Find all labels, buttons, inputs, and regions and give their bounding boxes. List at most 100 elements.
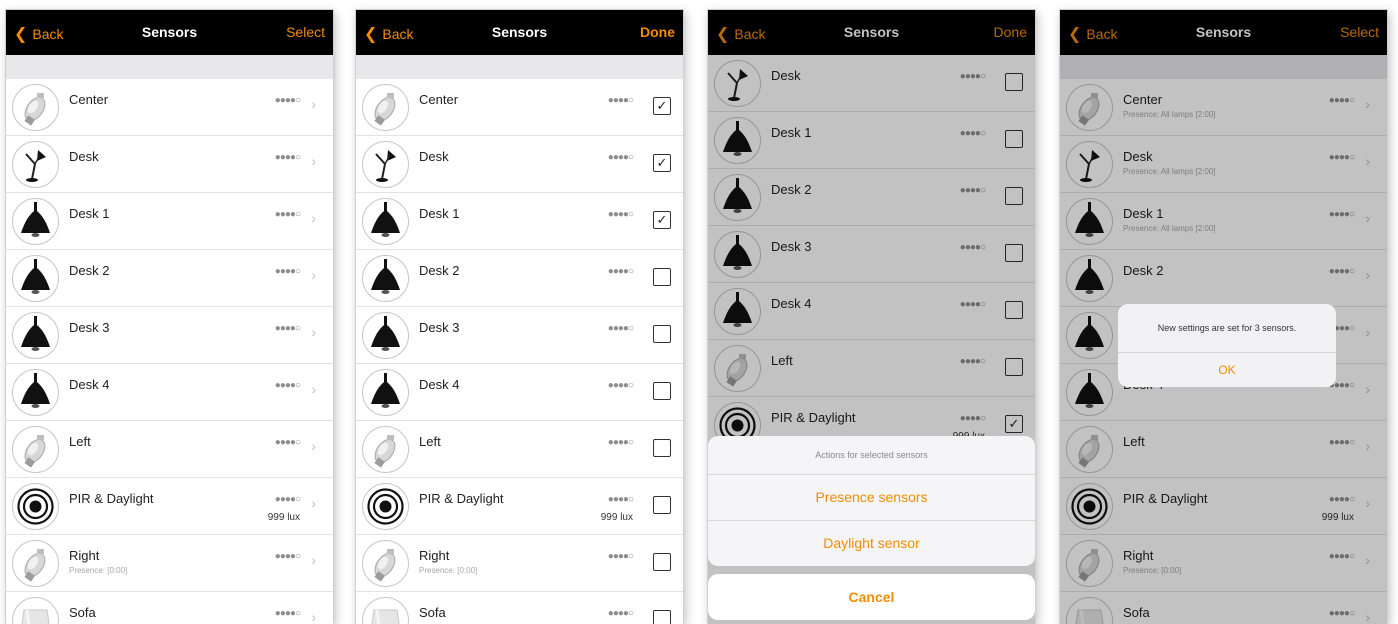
sensor-row[interactable]: Left ●●●●○ [356,421,683,478]
section-header [356,55,683,79]
sensor-row[interactable]: Desk 2 ●●●●○ › [6,250,333,307]
sensor-row[interactable]: Right Presence: [0:00] ●●●●○ › [6,535,333,592]
section-header [6,55,333,79]
signal-strength-indicator: ●●●●○ [607,95,634,106]
cancel-button[interactable]: Cancel [708,574,1035,620]
sensor-row[interactable]: Desk 1 ●●●●○ ✓ [356,193,683,250]
desk-lamp-icon [362,141,409,188]
sensor-row[interactable]: Desk 4 ●●●●○ › [6,364,333,421]
select-checkbox[interactable]: ✓ [653,154,671,172]
signal-strength-indicator: ●●●●○ [274,266,301,277]
sensor-subtitle: Presence: [0:00] [419,566,478,575]
pendant-icon [12,255,59,302]
signal-strength-indicator: ●●●●○ [607,209,634,220]
page-title: Sensors [141,24,198,40]
sensor-name: Center [419,92,459,107]
sensor-name: Center [69,92,109,107]
chevron-right-icon: › [311,324,316,340]
sensor-row[interactable]: Center ●●●●○ ✓ [356,79,683,136]
select-checkbox[interactable] [653,439,671,457]
sensor-name: Right [419,548,450,563]
action-sheet-title: Actions for selected sensors [708,436,1035,475]
sensor-subtitle: Presence: [0:00] [69,566,128,575]
sensor-name: PIR & Daylight [69,491,154,506]
sensor-name: Desk [69,149,99,164]
sensor-row[interactable]: Right Presence: [0:00] ●●●●○ [356,535,683,592]
chevron-right-icon: › [311,210,316,226]
chevron-right-icon: › [311,552,316,568]
select-button[interactable]: Select [286,24,325,40]
navigation-bar: ❮ Back Sensors Select [6,10,333,55]
bulb-icon [362,540,409,587]
sensor-name: Desk 1 [69,206,110,221]
pendant-icon [362,255,409,302]
daylight-sensor-button[interactable]: Daylight sensor [708,521,1035,566]
signal-strength-indicator: ●●●●○ [607,494,634,505]
signal-strength-indicator: ●●●●○ [274,95,301,106]
sensor-row[interactable]: PIR & Daylight ●●●●○ 999 lux › [6,478,333,535]
sensor-name: Desk 2 [419,263,460,278]
screen-sensor-select: ❮ Back Sensors Done Center ●●●●○ ✓ Desk ●●●●○… [356,10,683,624]
select-checkbox[interactable] [653,610,671,624]
chevron-right-icon: › [311,381,316,397]
chevron-right-icon: › [311,153,316,169]
select-checkbox[interactable] [653,382,671,400]
sensor-row[interactable]: SofaPresence/Absence: Sunset → R...●●●●○ [356,592,683,624]
action-sheet: Actions for selected sensors Presence se… [708,436,1035,566]
select-checkbox[interactable] [653,325,671,343]
pendant-icon [12,369,59,416]
shade-icon [362,597,409,624]
chevron-right-icon: › [311,267,316,283]
bulb-icon [12,84,59,131]
sensor-row[interactable]: Desk 2 ●●●●○ [356,250,683,307]
sensor-name: Desk 2 [69,263,110,278]
select-checkbox[interactable]: ✓ [653,211,671,229]
select-checkbox[interactable]: ✓ [653,97,671,115]
sensor-name: Sofa [419,605,446,620]
chevron-right-icon: › [311,438,316,454]
target-icon [362,483,409,530]
presence-sensors-button[interactable]: Presence sensors [708,475,1035,521]
shade-icon [12,597,59,624]
signal-strength-indicator: ●●●●○ [607,608,634,619]
bulb-icon [362,426,409,473]
screen-action-sheet: ❮ Back Sensors Done Desk ●●●●○ Desk 1 ●●●●○ D… [708,10,1035,624]
sensor-row[interactable]: Desk 1 ●●●●○ › [6,193,333,250]
select-checkbox[interactable] [653,268,671,286]
chevron-right-icon: › [311,495,316,511]
lux-value: 999 lux [267,512,300,523]
signal-strength-indicator: ●●●●○ [274,209,301,220]
done-button[interactable]: Done [640,24,675,40]
sensor-row[interactable]: Desk 3 ●●●●○ › [6,307,333,364]
sensor-row[interactable]: Center ●●●●○ › [6,79,333,136]
sensor-row[interactable]: Sofa ●●●●○ › [6,592,333,624]
select-checkbox[interactable] [653,553,671,571]
sensor-name: Desk 4 [69,377,110,392]
signal-strength-indicator: ●●●●○ [607,266,634,277]
chevron-right-icon: › [311,96,316,112]
sensor-row[interactable]: PIR & Daylight ●●●●○ 999 lux [356,478,683,535]
sensor-row[interactable]: Desk 3 ●●●●○ [356,307,683,364]
sensor-row[interactable]: Desk 4 ●●●●○ [356,364,683,421]
sensor-name: Desk 1 [419,206,460,221]
sensor-name: Desk 3 [419,320,460,335]
sensor-name: Right [69,548,100,563]
pendant-icon [12,198,59,245]
pendant-icon [362,369,409,416]
select-checkbox[interactable] [653,496,671,514]
signal-strength-indicator: ●●●●○ [274,323,301,334]
signal-strength-indicator: ●●●●○ [274,551,301,562]
signal-strength-indicator: ●●●●○ [274,608,301,619]
signal-strength-indicator: ●●●●○ [607,437,634,448]
alert-ok-button[interactable]: OK [1118,353,1336,387]
sensor-row[interactable]: Desk ●●●●○ ✓ [356,136,683,193]
sensor-row[interactable]: Left ●●●●○ › [6,421,333,478]
bulb-icon [362,84,409,131]
sensor-row[interactable]: Desk ●●●●○ › [6,136,333,193]
alert-dialog: New settings are set for 3 sensors. OK [1118,304,1336,387]
bulb-icon [12,540,59,587]
screen-alert: ❮ Back Sensors Select Center Presence: All… [1060,10,1387,624]
chevron-right-icon: › [311,609,316,624]
signal-strength-indicator: ●●●●○ [607,152,634,163]
signal-strength-indicator: ●●●●○ [607,380,634,391]
